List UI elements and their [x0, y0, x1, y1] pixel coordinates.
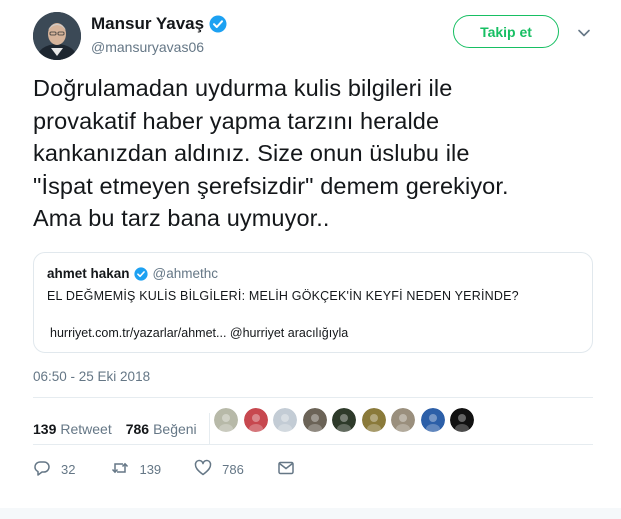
like-count: 786 — [125, 421, 150, 437]
divider — [208, 413, 210, 445]
retweet-icon — [111, 459, 129, 480]
like-button[interactable]: 786 — [194, 459, 244, 480]
retweet-count: 139 — [33, 421, 57, 437]
tweet-actions: 32 139 786 — [33, 459, 295, 480]
reply-button[interactable]: 32 — [33, 459, 75, 480]
tweet-stats: 139 Retweet 786 Beğeni — [33, 413, 210, 445]
tweet-text-line: kankanızdan aldınız. Size onun üslubu il… — [33, 140, 470, 166]
direct-message-button[interactable] — [277, 459, 295, 480]
liker-avatar[interactable] — [273, 408, 297, 432]
retweet-label: Retweet — [60, 421, 112, 437]
liker-avatar[interactable] — [302, 408, 327, 432]
divider — [33, 397, 593, 398]
like-label: Beğeni — [153, 421, 197, 437]
quoted-link[interactable]: hurriyet.com.tr/yazarlar/ahmet... @hurri… — [50, 326, 348, 340]
liker-avatar[interactable] — [332, 408, 356, 432]
liker-avatars — [214, 408, 480, 432]
message-icon — [277, 459, 295, 480]
retweet-stat[interactable]: 139 Retweet — [33, 421, 112, 437]
divider — [33, 444, 593, 445]
tweet-timestamp[interactable]: 06:50 - 25 Eki 2018 — [33, 369, 150, 384]
liker-avatar[interactable] — [361, 408, 386, 432]
tweet-text-line: Doğrulamadan uydurma kulis bilgileri ile — [33, 75, 453, 101]
liker-avatar[interactable] — [243, 408, 268, 432]
author-display-name[interactable]: Mansur Yavaş — [91, 14, 204, 34]
tweet-text-line: provakatif haber yapma tarzını heralde — [33, 107, 440, 134]
tweet-text-line: "İspat etmeyen şerefsizdir" demem gereki… — [33, 172, 509, 199]
verified-badge-icon — [133, 266, 148, 281]
quoted-tweet[interactable]: ahmet hakan @ahmethc EL DEĞMEMİŞ KULİS B… — [33, 252, 593, 353]
like-stat[interactable]: 786 Beğeni — [126, 421, 197, 437]
reply-icon — [33, 459, 51, 480]
like-action-count: 786 — [222, 462, 244, 477]
chevron-down-icon[interactable] — [577, 26, 591, 40]
author-avatar[interactable] — [33, 12, 81, 60]
verified-badge-icon — [209, 15, 227, 33]
quoted-display-name: ahmet hakan — [47, 266, 130, 281]
liker-avatar[interactable] — [391, 408, 415, 432]
liker-avatar[interactable] — [450, 408, 474, 432]
liker-avatar[interactable] — [420, 408, 445, 432]
liker-avatar[interactable] — [214, 408, 238, 432]
author-handle[interactable]: @mansuryavas06 — [91, 39, 204, 55]
quoted-text: EL DEĞMEMİŞ KULİS BİLGİLERİ: MELİH GÖKÇE… — [47, 289, 519, 303]
reply-count: 32 — [61, 462, 76, 477]
bottom-bar — [0, 508, 621, 519]
tweet-text-line: Ama bu tarz bana uymuyor.. — [33, 205, 330, 231]
tweet-text: Doğrulamadan uydurma kulis bilgileri ile… — [33, 72, 593, 235]
follow-button[interactable]: Takip et — [453, 15, 559, 48]
retweet-button[interactable]: 139 — [111, 459, 161, 480]
retweet-action-count: 139 — [139, 462, 162, 477]
quoted-handle: @ahmethc — [152, 266, 219, 281]
heart-icon — [194, 459, 212, 480]
